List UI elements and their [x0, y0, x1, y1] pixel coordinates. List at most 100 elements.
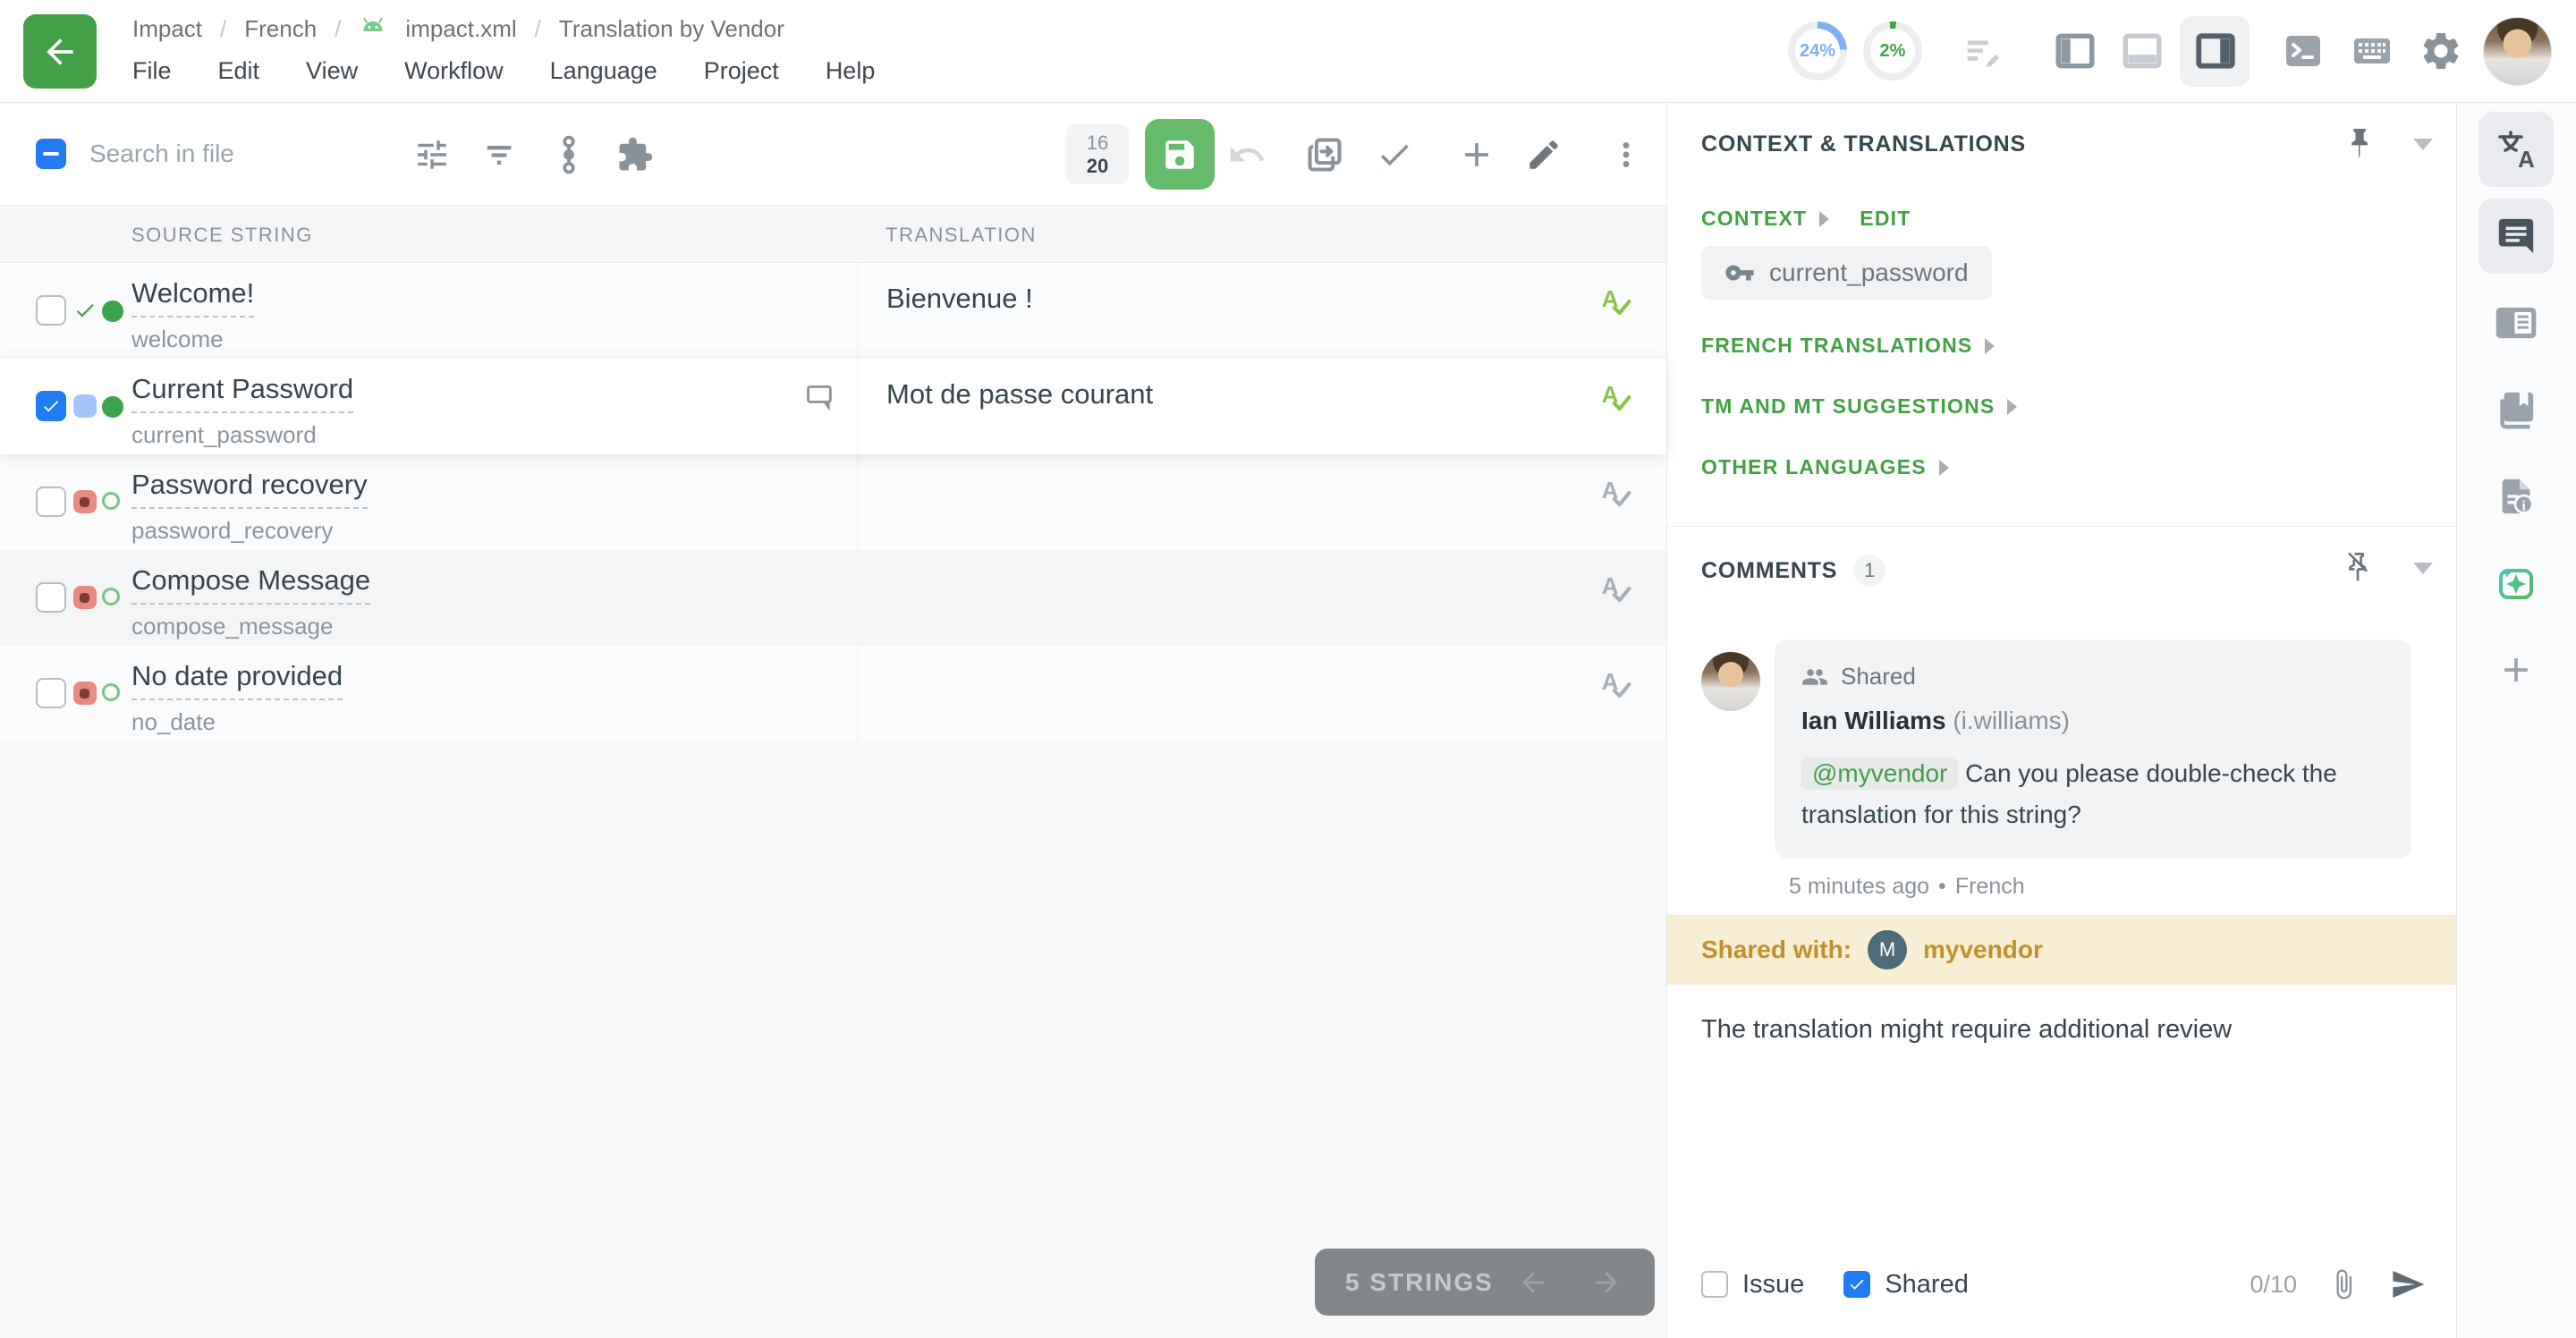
layout-left-panel-icon[interactable]	[2051, 27, 2099, 75]
unpin-icon[interactable]	[2342, 550, 2374, 586]
translation-cell[interactable]: Bienvenue ! A	[857, 263, 1666, 359]
translated-dot-icon	[102, 396, 123, 418]
issue-checkbox[interactable]	[1701, 1271, 1728, 1298]
source-string-text[interactable]: No date provided	[131, 660, 343, 700]
breadcrumb-project[interactable]: Impact	[132, 15, 202, 43]
add-panel-tab[interactable]	[2479, 632, 2554, 707]
qa-check-icon: A	[1598, 380, 1632, 414]
shared-checkbox-checked[interactable]	[1843, 1271, 1870, 1298]
source-string-text[interactable]: Current Password	[131, 373, 353, 413]
more-options-icon[interactable]	[1606, 135, 1646, 174]
add-string-icon[interactable]	[1457, 135, 1496, 174]
next-string-icon[interactable]	[1589, 1266, 1624, 1299]
row-checkbox[interactable]	[36, 678, 66, 708]
source-string-text[interactable]: Welcome!	[131, 277, 254, 318]
translation-cell[interactable]: A	[857, 646, 1666, 741]
menu-workflow[interactable]: Workflow	[404, 57, 504, 85]
file-context-tab[interactable]: i	[2479, 459, 2554, 534]
source-cell: Current Password current_password	[0, 359, 857, 454]
back-button[interactable]	[23, 14, 97, 89]
translate-tab[interactable]: A	[2479, 112, 2554, 187]
context-section-link[interactable]: CONTEXT	[1701, 207, 1829, 231]
breadcrumb-language[interactable]: French	[244, 15, 317, 43]
row-checkbox[interactable]	[36, 582, 66, 613]
breadcrumb-file[interactable]: impact.xml	[405, 15, 516, 43]
settings-gear-icon[interactable]	[2417, 27, 2465, 75]
comment-input[interactable]: The translation might require additional…	[1701, 1015, 2417, 1045]
other-languages-label: OTHER LANGUAGES	[1701, 455, 1927, 479]
edit-pencil-icon[interactable]	[1524, 135, 1563, 174]
counter-total: 20	[1087, 155, 1108, 177]
menu-view[interactable]: View	[306, 57, 358, 85]
row-checkbox-checked[interactable]	[36, 391, 66, 421]
breadcrumb: Impact / French / impact.xml / Translati…	[132, 11, 784, 47]
search-settings-icon[interactable]	[412, 135, 452, 174]
menu-language[interactable]: Language	[550, 57, 657, 85]
main-area: 16 20 S	[0, 103, 2576, 1338]
row-checkbox[interactable]	[36, 487, 66, 517]
source-cell: No date provided no_date	[0, 646, 857, 741]
copy-source-icon[interactable]	[1305, 135, 1344, 174]
table-row[interactable]: Welcome! welcome Bienvenue ! A	[0, 263, 1666, 359]
console-icon[interactable]	[2279, 27, 2327, 75]
select-all-checkbox[interactable]	[36, 139, 66, 169]
translation-cell[interactable]: Mot de passe courant A	[857, 359, 1666, 454]
edit-list-icon[interactable]	[1959, 27, 2007, 75]
table-row[interactable]: No date provided no_date A	[0, 646, 1666, 741]
menu-edit[interactable]: Edit	[218, 57, 260, 85]
string-key: password_recovery	[131, 517, 368, 545]
chevron-right-icon	[1939, 460, 1949, 476]
breadcrumb-workflow-step[interactable]: Translation by Vendor	[559, 15, 784, 43]
translated-progress-ring[interactable]: 24%	[1788, 21, 1847, 80]
tm-mt-suggestions-link[interactable]: TM AND MT SUGGESTIONS	[1701, 394, 2017, 419]
approved-progress-ring[interactable]: 2%	[1863, 21, 1922, 80]
strings-toolbar: 16 20	[0, 103, 1666, 206]
attach-file-icon[interactable]	[2327, 1268, 2360, 1300]
keyboard-icon[interactable]	[2348, 27, 2396, 75]
user-avatar[interactable]	[2483, 17, 2552, 86]
glossary-tab[interactable]	[2479, 372, 2554, 447]
string-key-chip[interactable]: current_password	[1701, 246, 1992, 300]
comment-author-name[interactable]: Ian Williams	[1801, 707, 1946, 734]
menu-help[interactable]: Help	[826, 57, 876, 85]
approve-check-icon[interactable]	[1375, 135, 1414, 174]
prev-string-icon[interactable]	[1515, 1266, 1551, 1299]
qa-check-icon: A	[1598, 667, 1632, 701]
menu-file[interactable]: File	[132, 57, 172, 85]
chevron-right-icon	[2007, 399, 2017, 415]
workflow-steps-icon[interactable]	[549, 135, 589, 174]
comment-language: French	[1955, 874, 2025, 900]
svg-text:i: i	[2522, 498, 2527, 513]
comments-tab[interactable]	[2479, 199, 2554, 274]
send-comment-icon[interactable]	[2390, 1266, 2426, 1302]
side-rail: A i	[2457, 103, 2575, 1338]
table-row[interactable]: Compose Message compose_message A	[0, 550, 1666, 646]
save-button[interactable]	[1145, 119, 1215, 190]
panel-collapse-chevron-icon[interactable]	[2413, 139, 2433, 150]
comments-collapse-chevron-icon[interactable]	[2413, 563, 2433, 574]
search-input[interactable]	[89, 128, 519, 180]
translation-cell[interactable]: A	[857, 454, 1666, 550]
top-bar: Impact / French / impact.xml / Translati…	[0, 0, 2576, 103]
translate-icon: A	[2495, 128, 2538, 171]
other-languages-link[interactable]: OTHER LANGUAGES	[1701, 455, 1949, 479]
plugins-puzzle-icon[interactable]	[615, 135, 655, 174]
source-string-text[interactable]: Password recovery	[131, 469, 368, 509]
mention-tag[interactable]: @myvendor	[1801, 757, 1958, 790]
table-row[interactable]: Password recovery password_recovery A	[0, 454, 1666, 550]
layout-bottom-panel-icon[interactable]	[2118, 27, 2166, 75]
layout-right-panel-icon[interactable]	[2191, 27, 2240, 75]
table-row-selected[interactable]: Current Password current_password Mot de…	[0, 359, 1666, 454]
french-translations-link[interactable]: FRENCH TRANSLATIONS	[1701, 334, 1995, 358]
edit-context-link[interactable]: EDIT	[1860, 207, 1911, 231]
source-string-text[interactable]: Compose Message	[131, 564, 370, 605]
menu-project[interactable]: Project	[704, 57, 779, 85]
undo-icon[interactable]	[1227, 135, 1267, 174]
pin-icon[interactable]	[2343, 126, 2374, 162]
ai-assistant-tab[interactable]	[2479, 546, 2554, 621]
translation-header: TRANSLATION	[886, 224, 1037, 247]
translation-cell[interactable]: A	[857, 550, 1666, 646]
string-info-tab[interactable]	[2479, 285, 2554, 360]
filter-icon[interactable]	[479, 135, 519, 174]
row-checkbox[interactable]	[36, 295, 66, 326]
